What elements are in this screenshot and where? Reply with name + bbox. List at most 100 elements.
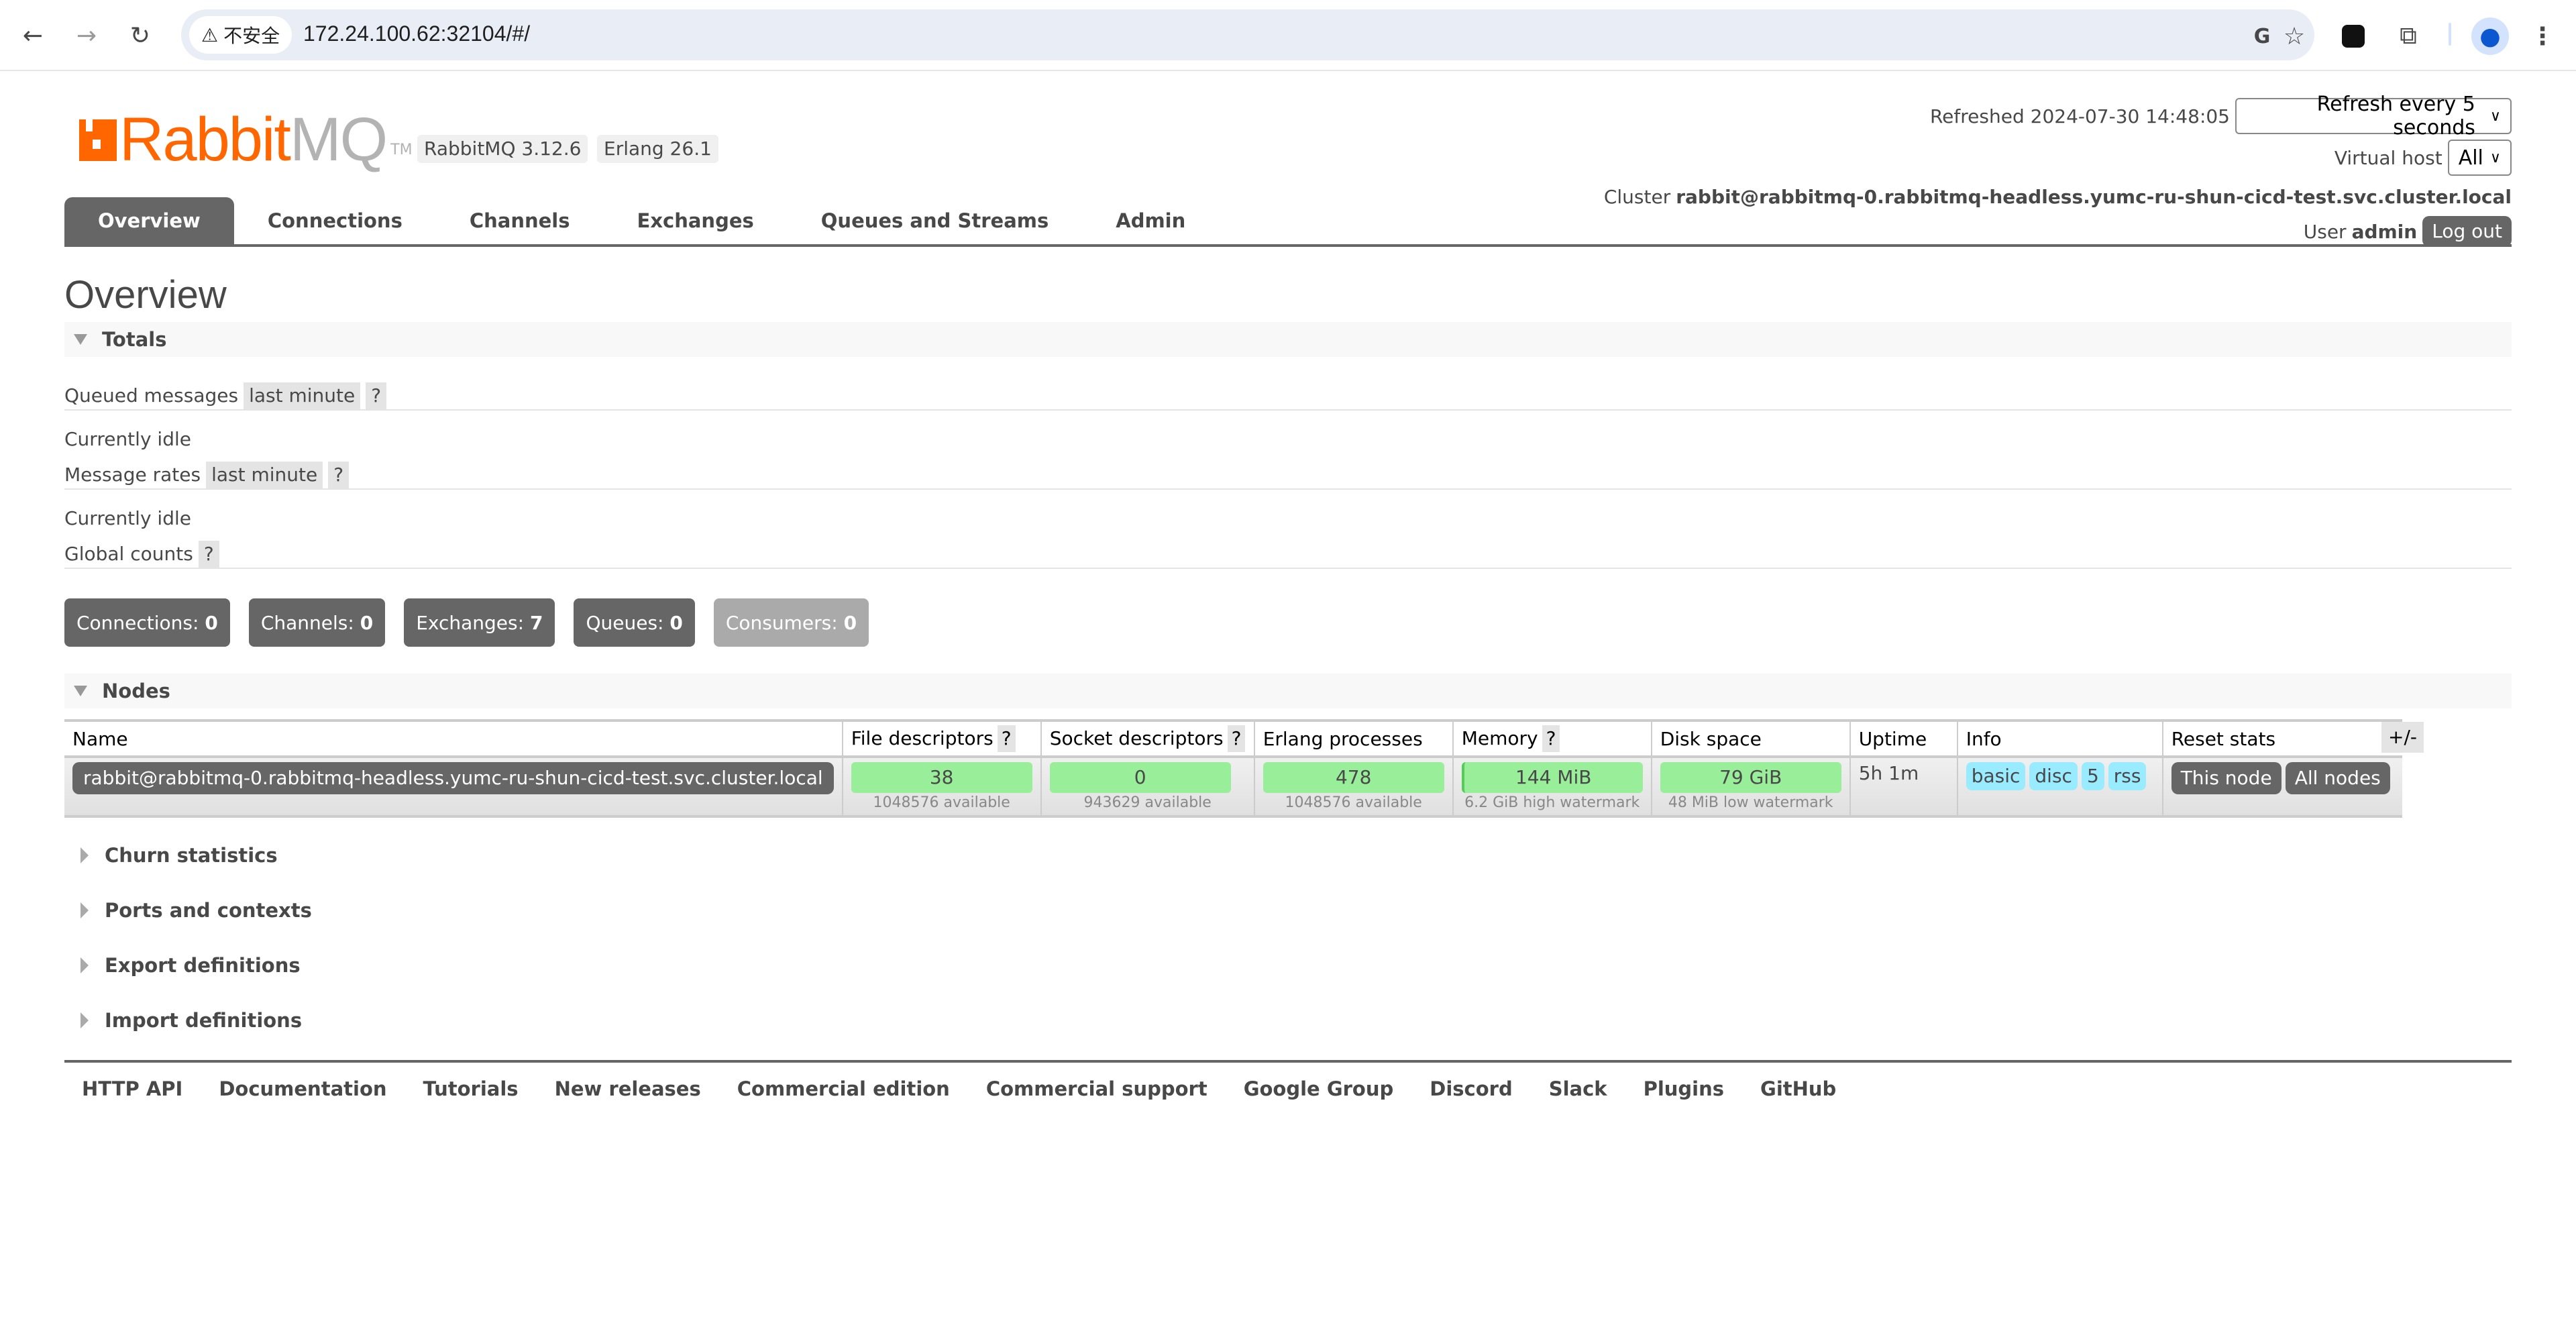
global-counts: Connections: 0 Channels: 0 Exchanges: 7 …	[64, 598, 869, 647]
rabbitmq-logo[interactable]: Rabbit MQ TM	[79, 109, 413, 170]
queued-messages-status: Currently idle	[64, 428, 191, 450]
export-definitions-toggle[interactable]: Export definitions	[64, 954, 301, 977]
footer-link-http-api[interactable]: HTTP API	[82, 1077, 182, 1100]
url-text[interactable]: 172.24.100.62:32104/#/	[303, 21, 530, 46]
socket-descriptors-bar: 0	[1049, 762, 1231, 793]
menu-dots-icon[interactable]: ⋮	[2524, 17, 2561, 55]
table-row: rabbit@rabbitmq-0.rabbitmq-headless.yumc…	[64, 757, 2402, 818]
refreshed-timestamp: Refreshed 2024-07-30 14:48:05	[1929, 105, 2230, 127]
footer-link-tutorials[interactable]: Tutorials	[423, 1077, 519, 1100]
warning-icon: ⚠	[201, 24, 219, 46]
translate-icon[interactable]: G	[2247, 21, 2277, 51]
security-indicator[interactable]: ⚠ 不安全	[189, 16, 292, 54]
browser-toolbar: ← → ↻ ⚠ 不安全 172.24.100.62:32104/#/ G ☆ ⧉…	[0, 0, 2576, 71]
info-disc-badge: disc	[2029, 762, 2078, 790]
bookmark-star-icon[interactable]: ☆	[2279, 21, 2309, 51]
tab-exchanges[interactable]: Exchanges	[604, 197, 788, 244]
info-count-badge: 5	[2081, 762, 2104, 790]
refresh-interval-select[interactable]: Refresh every 5 seconds ∨	[2235, 93, 2512, 140]
footer-link-documentation[interactable]: Documentation	[219, 1077, 386, 1100]
help-icon[interactable]: ?	[198, 541, 219, 568]
help-icon[interactable]: ?	[366, 382, 387, 409]
col-name: Name	[64, 719, 843, 758]
triangle-right-icon	[80, 957, 89, 973]
uptime-value: 5h 1m	[1858, 762, 1919, 784]
exchanges-count-button[interactable]: Exchanges: 7	[404, 598, 555, 647]
footer-link-plugins[interactable]: Plugins	[1644, 1077, 1724, 1100]
col-reset-stats: Reset stats	[2161, 719, 2402, 758]
col-disk-space: Disk space	[1650, 719, 1850, 758]
queued-messages-range-select[interactable]: last minute	[244, 382, 361, 409]
info-basic-badge: basic	[1966, 762, 2026, 790]
vhost-label: Virtual host	[2334, 146, 2443, 169]
connections-count-button[interactable]: Connections: 0	[64, 598, 230, 647]
global-counts-header: Global counts ?	[64, 541, 2512, 569]
toolbar-divider	[2449, 23, 2451, 46]
memory-high-watermark: 6.2 GiB high watermark	[1464, 794, 1640, 811]
file-descriptors-available: 1048576 available	[873, 794, 1010, 811]
help-icon[interactable]: ?	[997, 725, 1016, 752]
tab-admin[interactable]: Admin	[1082, 197, 1219, 244]
back-icon[interactable]: ←	[17, 20, 48, 51]
nodes-table: Name File descriptors? Socket descriptor…	[64, 719, 2402, 818]
erlang-version-badge: Erlang 26.1	[597, 135, 718, 163]
file-descriptors-bar: 38	[851, 762, 1032, 793]
disk-space-bar: 79 GiB	[1660, 762, 1841, 793]
tab-overview[interactable]: Overview	[64, 197, 234, 244]
col-memory: Memory?	[1452, 719, 1652, 758]
triangle-right-icon	[80, 902, 89, 918]
help-icon[interactable]: ?	[1227, 725, 1246, 752]
address-bar[interactable]: ⚠ 不安全 172.24.100.62:32104/#/ G ☆	[181, 9, 2314, 60]
toggle-columns-button[interactable]: +/-	[2381, 722, 2424, 753]
chevron-down-icon: ∨	[2489, 149, 2501, 166]
triangle-down-icon	[74, 334, 87, 345]
queues-count-button[interactable]: Queues: 0	[574, 598, 695, 647]
main-nav-tabs: Overview Connections Channels Exchanges …	[64, 197, 2512, 247]
footer-link-discord[interactable]: Discord	[1430, 1077, 1512, 1100]
help-icon[interactable]: ?	[1542, 725, 1560, 752]
vhost-select[interactable]: All ∨	[2447, 140, 2512, 176]
reset-all-nodes-button[interactable]: All nodes	[2285, 762, 2390, 794]
profile-icon[interactable]: ●	[2471, 17, 2509, 55]
reset-this-node-button[interactable]: This node	[2171, 762, 2282, 794]
disk-space-low-watermark: 48 MiB low watermark	[1668, 794, 1833, 811]
message-rates-range-select[interactable]: last minute	[206, 462, 323, 488]
extension-app-icon[interactable]	[2334, 17, 2372, 55]
footer-link-commercial-edition[interactable]: Commercial edition	[737, 1077, 950, 1100]
reload-icon[interactable]: ↻	[125, 20, 156, 51]
forward-icon[interactable]: →	[71, 20, 102, 51]
import-definitions-toggle[interactable]: Import definitions	[64, 1009, 302, 1032]
help-icon[interactable]: ?	[328, 462, 350, 488]
message-rates-status: Currently idle	[64, 507, 191, 529]
channels-count-button[interactable]: Channels: 0	[248, 598, 386, 647]
footer-link-slack[interactable]: Slack	[1549, 1077, 1607, 1100]
nodes-table-header: Name File descriptors? Socket descriptor…	[64, 719, 2402, 758]
chevron-down-icon: ∨	[2489, 107, 2501, 125]
tab-channels[interactable]: Channels	[436, 197, 604, 244]
col-file-descriptors: File descriptors?	[841, 719, 1041, 758]
extensions-puzzle-icon[interactable]: ⧉	[2390, 17, 2427, 55]
totals-section-toggle[interactable]: Totals	[64, 322, 2512, 357]
ports-and-contexts-toggle[interactable]: Ports and contexts	[64, 899, 312, 922]
erlang-processes-available: 1048576 available	[1285, 794, 1422, 811]
node-name-link[interactable]: rabbit@rabbitmq-0.rabbitmq-headless.yumc…	[72, 762, 834, 794]
col-erlang-processes: Erlang processes	[1253, 719, 1453, 758]
tab-connections[interactable]: Connections	[234, 197, 436, 244]
info-rss-badge: rss	[2108, 762, 2147, 790]
footer-link-commercial-support[interactable]: Commercial support	[986, 1077, 1208, 1100]
footer-link-new-releases[interactable]: New releases	[555, 1077, 701, 1100]
churn-statistics-toggle[interactable]: Churn statistics	[64, 844, 278, 867]
memory-bar: 144 MiB	[1461, 762, 1643, 793]
footer-link-github[interactable]: GitHub	[1760, 1077, 1836, 1100]
tab-queues-and-streams[interactable]: Queues and Streams	[788, 197, 1082, 244]
socket-descriptors-available: 943629 available	[1083, 794, 1212, 811]
consumers-count-badge: Consumers: 0	[713, 598, 869, 647]
col-info: Info	[1956, 719, 2163, 758]
message-rates-header: Message rates last minute ?	[64, 462, 2512, 490]
rabbitmq-logo-icon	[79, 119, 117, 161]
col-uptime: Uptime	[1849, 719, 1957, 758]
footer-links: HTTP API Documentation Tutorials New rel…	[64, 1060, 2512, 1100]
nodes-section-toggle[interactable]: Nodes	[64, 674, 2512, 708]
col-socket-descriptors: Socket descriptors?	[1040, 719, 1254, 758]
footer-link-google-group[interactable]: Google Group	[1244, 1077, 1394, 1100]
